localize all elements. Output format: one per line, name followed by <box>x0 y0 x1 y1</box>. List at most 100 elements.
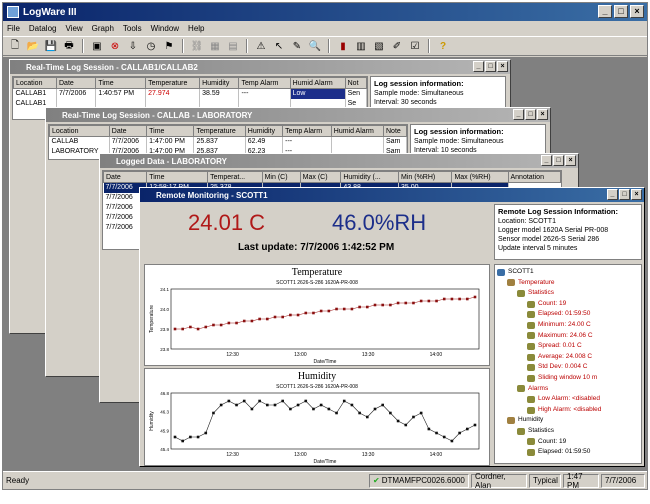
help-icon[interactable]: ? <box>435 38 451 54</box>
column-header[interactable]: Humidity <box>199 77 240 89</box>
column-header[interactable]: Temperature <box>145 77 201 89</box>
tree-item[interactable]: Count: 19 <box>497 299 639 310</box>
edit-icon[interactable]: ✐ <box>389 38 405 54</box>
tree-item[interactable]: Minimum: 24.00 C <box>497 320 639 331</box>
maximize-button[interactable]: □ <box>614 5 628 18</box>
tree-item[interactable]: Std Dev: 0.004 C <box>497 362 639 373</box>
menu-file[interactable]: File <box>7 24 20 33</box>
data-point <box>173 327 177 331</box>
column-header[interactable]: Humid Alarm <box>289 77 346 89</box>
flag-icon[interactable]: ⚑ <box>161 38 177 54</box>
menu-tools[interactable]: Tools <box>123 24 142 33</box>
column-header[interactable]: Max (C) <box>299 171 342 183</box>
close-button[interactable]: × <box>631 189 642 200</box>
maximize-button[interactable]: □ <box>553 155 564 166</box>
tree-item[interactable]: Spread: 0.01 C <box>497 341 639 352</box>
maximize-button[interactable]: □ <box>485 61 496 72</box>
menu-datalog[interactable]: Datalog <box>29 24 57 33</box>
maximize-button[interactable]: □ <box>619 189 630 200</box>
table-row[interactable]: CALLAB 7/7/2006 1:47:00 PM 25.837 62.49 --- Sa… <box>49 136 407 147</box>
column-header[interactable]: Humidity <box>244 125 284 137</box>
node-icon <box>527 311 535 319</box>
column-header[interactable]: Min (%RH) <box>398 171 453 183</box>
tree-item[interactable]: Elapsed: 01:59:50 <box>497 447 639 458</box>
cursor-icon[interactable]: ↖ <box>271 38 287 54</box>
report-icon[interactable]: ▧ <box>371 38 387 54</box>
tree-item[interactable]: Elapsed: 01:59:50 <box>497 309 639 320</box>
minimize-button[interactable]: _ <box>598 5 612 18</box>
minimize-button[interactable]: _ <box>513 109 524 120</box>
download-icon[interactable]: ⇩ <box>125 38 141 54</box>
column-header[interactable]: Date <box>102 171 148 183</box>
column-header[interactable]: Temp Alarm <box>282 125 332 137</box>
close-button[interactable]: × <box>537 109 548 120</box>
server-name: DTMAMFPC0026.6000 <box>381 476 465 485</box>
check-icon[interactable]: ☑ <box>407 38 423 54</box>
data-point <box>250 407 254 411</box>
column-header[interactable]: Annotation <box>507 171 561 183</box>
table-icon[interactable]: ▦ <box>207 38 223 54</box>
column-header[interactable]: Temp Alarm <box>238 77 291 89</box>
window-remote-monitoring[interactable]: Remote Monitoring - SCOTT1 _ □ × 24.01 C 4… <box>139 187 645 467</box>
data-point <box>227 321 231 325</box>
column-header[interactable]: Temperat... <box>207 171 263 183</box>
minimize-button[interactable]: _ <box>541 155 552 166</box>
column-header[interactable]: Date <box>55 77 97 89</box>
menu-view[interactable]: View <box>65 24 82 33</box>
column-header[interactable]: Location <box>13 77 57 89</box>
column-header[interactable]: Temperature <box>193 125 246 137</box>
tree-item[interactable]: Statistics <box>497 288 639 299</box>
tree-item[interactable]: Low Alarm: <disabled <box>497 394 639 405</box>
tree-item[interactable]: Count: 19 <box>497 437 639 448</box>
column-header[interactable]: Location <box>49 125 110 137</box>
tree-item[interactable]: SCOTT1 <box>497 267 639 278</box>
column-header[interactable]: Note <box>383 125 407 137</box>
save-icon[interactable]: 💾 <box>43 38 59 54</box>
statistics-tree[interactable]: SCOTT1 Temperature Statistics Count: 19 Elap… <box>494 264 642 464</box>
column-header[interactable]: Humidity (... <box>340 171 400 183</box>
minimize-button[interactable]: _ <box>473 61 484 72</box>
maximize-button[interactable]: □ <box>525 109 536 120</box>
marker-icon[interactable]: ✎ <box>289 38 305 54</box>
tree-item[interactable]: High Alarm: <disabled <box>497 405 639 416</box>
data-point <box>350 307 354 311</box>
column-header[interactable]: Max (%RH) <box>451 171 509 183</box>
tree-item[interactable]: Sliding window 10 m <box>497 373 639 384</box>
tree-item[interactable]: Statistics <box>497 426 639 437</box>
stats-icon[interactable]: ▥ <box>353 38 369 54</box>
data-point <box>273 315 277 319</box>
tree-item[interactable]: Alarms <box>497 384 639 395</box>
column-header[interactable]: Min (C) <box>261 171 301 183</box>
alarm-icon[interactable]: ⚠ <box>253 38 269 54</box>
zoom-icon[interactable]: 🔍 <box>307 38 323 54</box>
clock-icon[interactable]: ◷ <box>143 38 159 54</box>
tree-item[interactable]: Average: 24.008 C <box>497 352 639 363</box>
bar-chart-icon[interactable]: ▮ <box>335 38 351 54</box>
tree-item[interactable]: Maximum: 24.06 C <box>497 331 639 342</box>
tree-item[interactable]: Temperature <box>497 278 639 289</box>
graph-icon[interactable]: ▤ <box>225 38 241 54</box>
column-header[interactable]: Not <box>344 77 368 89</box>
link-icon[interactable]: ⛓ <box>189 38 205 54</box>
menu-graph[interactable]: Graph <box>92 24 114 33</box>
menu-window[interactable]: Window <box>151 24 179 33</box>
logger-icon[interactable]: ▣ <box>89 38 105 54</box>
minimize-button[interactable]: _ <box>607 189 618 200</box>
column-header[interactable]: Time <box>95 77 147 89</box>
column-header[interactable]: Time <box>146 171 209 183</box>
tree-item[interactable]: Humidity <box>497 415 639 426</box>
stop-icon[interactable]: ⊗ <box>107 38 123 54</box>
y-tick-label: 24.1 <box>160 287 169 292</box>
column-header[interactable]: Time <box>146 125 195 137</box>
table-row[interactable]: CALLAB1 7/7/2006 1:40:57 PM 27.974 38.59 --- L… <box>13 88 368 99</box>
close-button[interactable]: × <box>497 61 508 72</box>
open-icon[interactable]: 📂 <box>25 38 41 54</box>
menu-help[interactable]: Help <box>188 24 204 33</box>
new-icon[interactable]: 🗋 <box>7 38 23 54</box>
column-header[interactable]: Date <box>108 125 148 137</box>
print-icon[interactable]: 🖶 <box>61 38 77 54</box>
close-button[interactable]: × <box>630 5 644 18</box>
tree-label: Temperature <box>518 278 555 286</box>
close-button[interactable]: × <box>565 155 576 166</box>
column-header[interactable]: Humid Alarm <box>330 125 385 137</box>
